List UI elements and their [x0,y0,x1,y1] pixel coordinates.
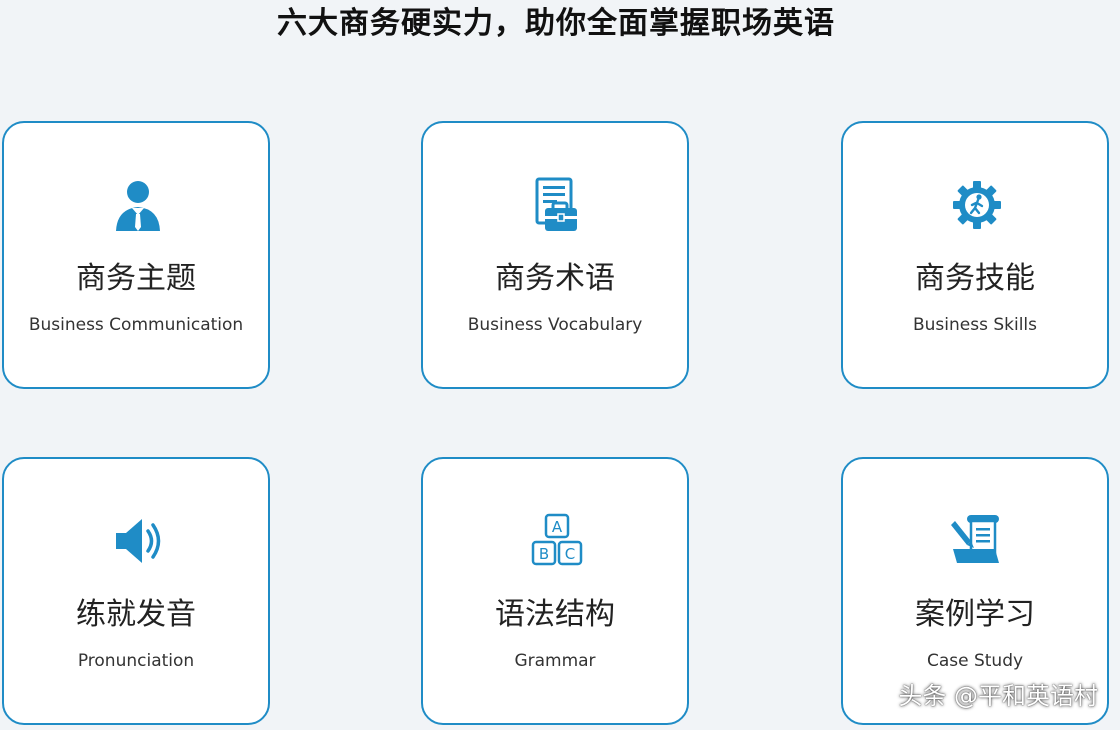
card-title: 商务主题 [76,261,196,296]
svg-text:C: C [565,545,575,563]
feature-card-business-vocabulary[interactable]: 商务术语 Business Vocabulary [421,121,689,389]
businessman-icon [108,175,168,235]
card-title: 语法结构 [495,597,615,632]
card-title: 商务技能 [915,261,1035,296]
card-subtitle: Case Study [926,651,1024,671]
svg-text:B: B [539,545,549,563]
feature-card-business-communication[interactable]: 商务主题 Business Communication [2,121,270,389]
abc-blocks-icon: A B C [527,511,587,571]
card-subtitle: Business Communication [28,315,244,335]
card-subtitle: Pronunciation [77,651,195,671]
svg-text:A: A [552,518,563,536]
briefcase-document-icon [527,175,587,235]
page-headline: 六大商务硬实力，助你全面掌握职场英语 [277,6,835,41]
card-subtitle: Business Vocabulary [467,315,643,335]
card-title: 商务术语 [495,261,615,296]
card-title: 案例学习 [915,597,1035,632]
watermark: 头条 @平和英语村 [898,682,1098,710]
feature-card-business-skills[interactable]: 商务技能 Business Skills [841,121,1109,389]
feature-card-pronunciation[interactable]: 练就发音 Pronunciation [2,457,270,725]
feature-card-grammar[interactable]: A B C 语法结构 Grammar [421,457,689,725]
speaker-icon [108,511,168,571]
card-subtitle: Business Skills [912,315,1038,335]
card-title: 练就发音 [76,597,196,632]
card-subtitle: Grammar [514,651,596,671]
scroll-pen-icon [947,511,1007,571]
gear-person-icon [947,175,1007,235]
